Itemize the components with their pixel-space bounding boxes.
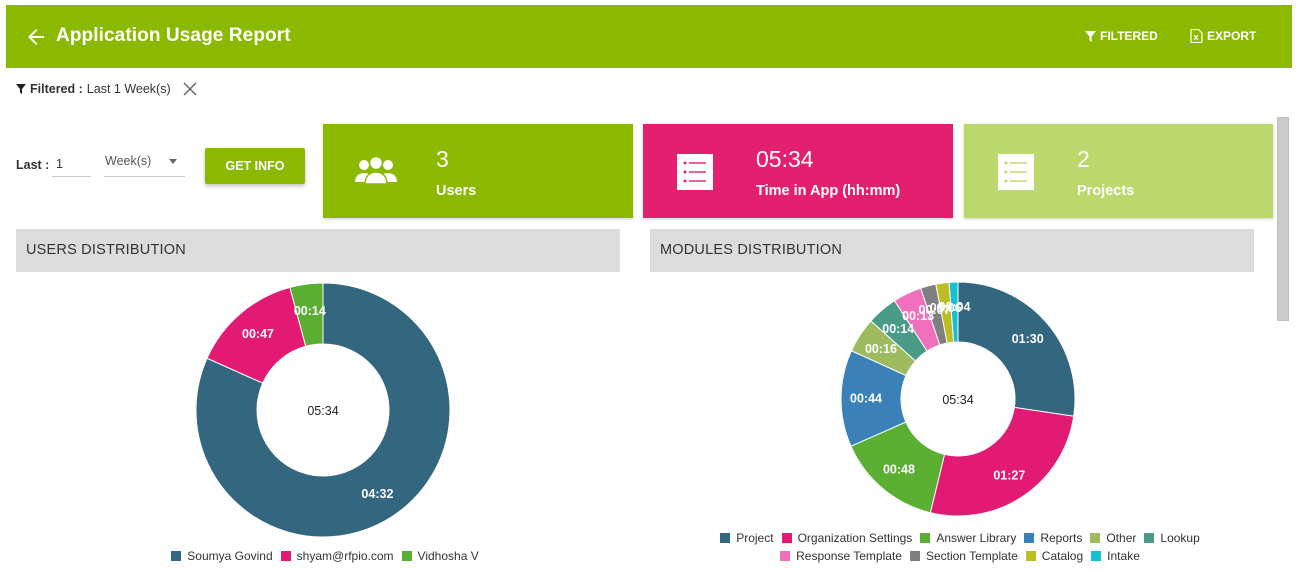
projects-count: 2 bbox=[1077, 146, 1090, 172]
donut-center-total: 05:34 bbox=[942, 393, 973, 407]
users-distribution-header: USERS DISTRIBUTION bbox=[16, 229, 620, 272]
excel-file-icon bbox=[1190, 29, 1203, 43]
scrollbar-thumb[interactable] bbox=[1277, 117, 1289, 321]
time-in-app-label: Time in App (hh:mm) bbox=[756, 183, 901, 199]
slice-value-label: 00:16 bbox=[865, 342, 897, 356]
app-header: Application Usage Report FILTERED EXPORT bbox=[6, 5, 1292, 68]
modules-distribution-chart: 01:3001:2700:4800:4400:1600:1400:1300:07… bbox=[840, 281, 1076, 517]
slice-value-label: 04:32 bbox=[361, 487, 393, 501]
filtered-label: FILTERED bbox=[1100, 29, 1158, 43]
slice-value-label: 01:27 bbox=[993, 468, 1025, 482]
export-button[interactable]: EXPORT bbox=[1190, 29, 1256, 43]
legend-item[interactable]: Other bbox=[1090, 531, 1136, 545]
legend-label: Reports bbox=[1040, 531, 1083, 545]
period-unit-select[interactable]: Week(s) bbox=[104, 150, 185, 177]
funnel-icon bbox=[1085, 30, 1096, 42]
period-amount-input[interactable] bbox=[52, 152, 91, 177]
legend-swatch bbox=[1090, 533, 1101, 543]
legend-swatch bbox=[1024, 533, 1035, 543]
legend-item[interactable]: Answer Library bbox=[920, 531, 1016, 545]
users-legend: Soumya Govind shyam@rfpio.com Vidhosha V bbox=[130, 549, 520, 563]
legend-item[interactable]: Organization Settings bbox=[781, 531, 913, 545]
legend-label: Organization Settings bbox=[797, 531, 913, 545]
close-icon[interactable] bbox=[183, 82, 197, 96]
legend-item[interactable]: shyam@rfpio.com bbox=[280, 549, 394, 563]
slice-value-label: 00:14 bbox=[882, 322, 914, 336]
users-card: 3 Users bbox=[323, 124, 633, 218]
donut-slice-project[interactable] bbox=[957, 281, 1076, 417]
get-info-button[interactable]: GET INFO bbox=[205, 148, 305, 184]
slice-value-label: 00:48 bbox=[883, 463, 915, 477]
legend-item[interactable]: Project bbox=[720, 531, 774, 545]
export-label: EXPORT bbox=[1207, 29, 1257, 43]
legend-swatch bbox=[920, 533, 931, 543]
legend-swatch bbox=[1144, 533, 1155, 543]
funnel-icon bbox=[16, 84, 26, 94]
legend-label: Catalog bbox=[1041, 549, 1084, 563]
donut-slice-organization-settings[interactable] bbox=[929, 406, 1075, 517]
legend-item[interactable]: Soumya Govind bbox=[171, 549, 273, 563]
period-unit-value: Week(s) bbox=[105, 154, 152, 168]
donut-center-total: 05:34 bbox=[307, 404, 338, 418]
legend-swatch bbox=[171, 551, 182, 561]
legend-label: Project bbox=[736, 531, 774, 545]
legend-item[interactable]: Intake bbox=[1091, 549, 1140, 563]
legend-item[interactable]: Catalog bbox=[1025, 549, 1084, 563]
legend-label: Section Template bbox=[925, 549, 1018, 563]
users-count: 3 bbox=[436, 146, 449, 172]
legend-label: Response Template bbox=[796, 549, 902, 563]
users-icon bbox=[355, 155, 397, 185]
legend-item[interactable]: Vidhosha V bbox=[401, 549, 479, 563]
filter-value: Last 1 Week(s) bbox=[86, 82, 171, 96]
legend-item[interactable]: Section Template bbox=[909, 549, 1018, 563]
legend-swatch bbox=[781, 533, 792, 543]
legend-label: Lookup bbox=[1160, 531, 1200, 545]
modules-legend: Project Organization Settings Answer Libra… bbox=[680, 531, 1240, 563]
filter-summary: Filtered : Last 1 Week(s) bbox=[16, 82, 197, 96]
slice-value-label: 01:30 bbox=[1012, 332, 1044, 346]
legend-item[interactable]: Reports bbox=[1024, 531, 1082, 545]
last-label: Last : bbox=[16, 158, 50, 172]
arrow-left-icon[interactable] bbox=[24, 25, 48, 49]
slice-value-label: 00:04 bbox=[938, 300, 970, 314]
slice-value-label: 00:44 bbox=[850, 392, 882, 406]
legend-swatch bbox=[909, 551, 920, 561]
legend-swatch bbox=[780, 551, 791, 561]
slice-value-label: 00:14 bbox=[294, 304, 326, 318]
legend-item[interactable]: Response Template bbox=[780, 549, 902, 563]
list-icon bbox=[998, 154, 1034, 190]
legend-label: Answer Library bbox=[936, 531, 1017, 545]
legend-swatch bbox=[1091, 551, 1102, 561]
legend-label: shyam@rfpio.com bbox=[296, 549, 394, 563]
list-icon bbox=[677, 154, 713, 190]
projects-label: Projects bbox=[1077, 183, 1135, 199]
projects-card: 2 Projects bbox=[964, 124, 1273, 218]
legend-swatch bbox=[1025, 551, 1036, 561]
time-in-app-value: 05:34 bbox=[756, 146, 814, 172]
legend-label: Other bbox=[1106, 531, 1137, 545]
slice-value-label: 00:47 bbox=[242, 327, 274, 341]
legend-label: Intake bbox=[1107, 549, 1140, 563]
chevron-down-icon bbox=[169, 159, 177, 164]
users-distribution-chart: 04:32 00:47 00:14 05:34 bbox=[195, 282, 451, 538]
time-in-app-card: 05:34 Time in App (hh:mm) bbox=[643, 124, 953, 218]
modules-distribution-header: MODULES DISTRIBUTION bbox=[650, 229, 1254, 272]
filter-label: Filtered : bbox=[30, 82, 83, 96]
page-title: Application Usage Report bbox=[56, 25, 291, 46]
legend-label: Vidhosha V bbox=[417, 549, 479, 563]
filtered-button[interactable]: FILTERED bbox=[1085, 29, 1158, 43]
legend-swatch bbox=[401, 551, 412, 561]
users-label: Users bbox=[436, 183, 477, 199]
legend-item[interactable]: Lookup bbox=[1144, 531, 1200, 545]
legend-swatch bbox=[280, 551, 291, 561]
legend-label: Soumya Govind bbox=[187, 549, 273, 563]
legend-swatch bbox=[720, 533, 731, 543]
